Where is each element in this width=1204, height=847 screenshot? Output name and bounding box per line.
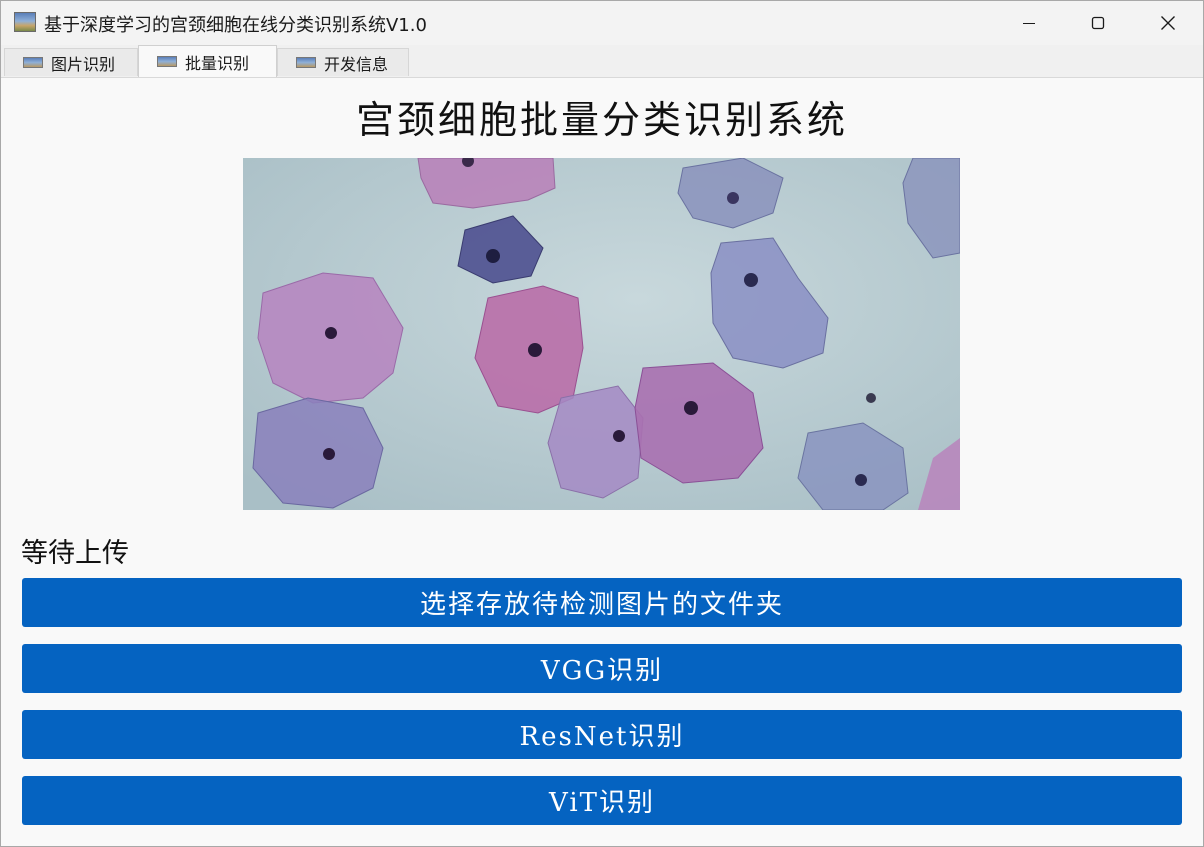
select-folder-button[interactable]: 选择存放待检测图片的文件夹 — [22, 578, 1182, 627]
minimize-icon — [1023, 23, 1035, 24]
tab-batch-recognition[interactable]: 批量识别 — [138, 45, 277, 77]
maximize-icon — [1091, 16, 1105, 30]
image-icon — [157, 56, 177, 67]
upload-status: 等待上传 — [21, 538, 129, 569]
tab-developer-info[interactable]: 开发信息 — [277, 48, 409, 76]
minimize-button[interactable] — [994, 1, 1064, 45]
image-icon — [296, 57, 316, 68]
tab-label: 开发信息 — [324, 54, 389, 74]
app-window: 基于深度学习的宫颈细胞在线分类识别系统V1.0 图片识别 批量识别 开发信息 宫… — [0, 0, 1204, 847]
page-title: 宫颈细胞批量分类识别系统 — [355, 98, 848, 142]
tab-label: 批量识别 — [185, 53, 250, 73]
cervical-cell-microscopy-image — [243, 155, 961, 511]
cervical-cell-image — [243, 155, 961, 511]
vit-recognize-button[interactable]: ViT识别 — [22, 776, 1182, 825]
tab-image-recognition[interactable]: 图片识别 — [4, 48, 138, 76]
window-title: 基于深度学习的宫颈细胞在线分类识别系统V1.0 — [44, 15, 427, 36]
title-bar[interactable]: 基于深度学习的宫颈细胞在线分类识别系统V1.0 — [1, 1, 1203, 45]
tab-bar: 图片识别 批量识别 开发信息 — [1, 45, 1203, 78]
resnet-recognize-button[interactable]: ResNet识别 — [22, 710, 1182, 759]
maximize-button[interactable] — [1063, 1, 1133, 45]
close-icon — [1161, 16, 1175, 30]
close-button[interactable] — [1133, 1, 1203, 45]
tab-label: 图片识别 — [51, 54, 116, 74]
image-icon — [23, 57, 43, 68]
vgg-recognize-button[interactable]: VGG识别 — [22, 644, 1182, 693]
app-icon — [14, 12, 36, 32]
